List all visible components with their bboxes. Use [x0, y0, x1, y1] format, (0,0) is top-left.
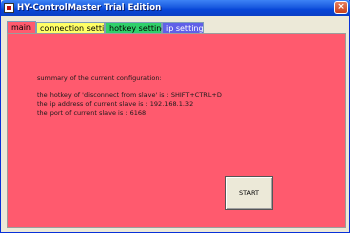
- app-window: HY-ControlMaster Trial Edition × main co…: [0, 0, 350, 233]
- ip-summary: the ip address of current slave is : 192…: [37, 100, 194, 108]
- summary-heading: summary of the current configuration:: [37, 74, 162, 82]
- title-bar[interactable]: HY-ControlMaster Trial Edition ×: [1, 0, 350, 16]
- start-button[interactable]: START: [225, 176, 273, 210]
- main-panel: summary of the current configuration: th…: [7, 33, 346, 228]
- app-icon: [4, 3, 14, 13]
- hotkey-summary: the hotkey of 'disconnect from slave' is…: [37, 91, 222, 99]
- close-button[interactable]: ×: [334, 1, 348, 14]
- port-summary: the port of current slave is : 6168: [37, 109, 147, 117]
- window-title: HY-ControlMaster Trial Edition: [17, 3, 162, 13]
